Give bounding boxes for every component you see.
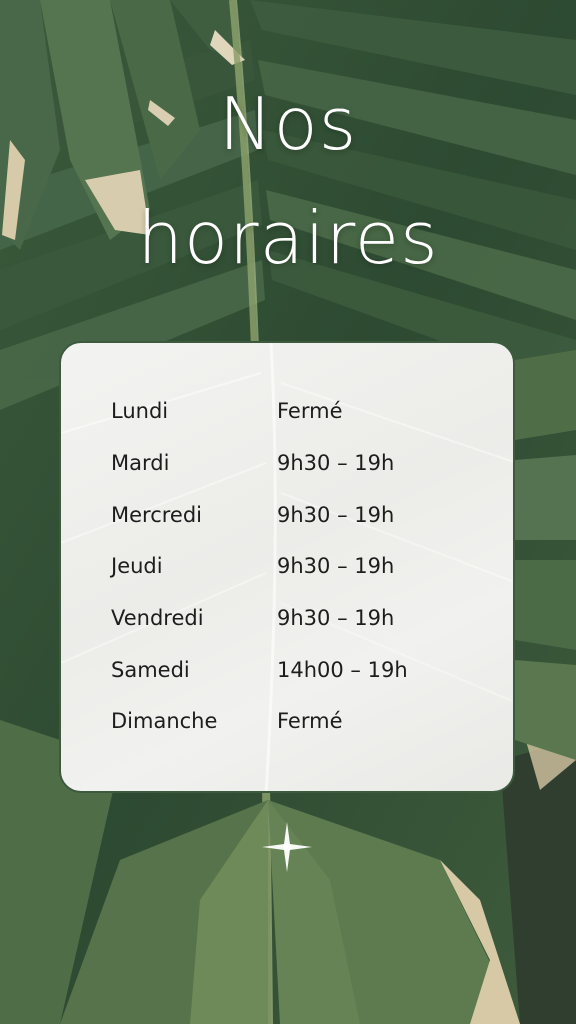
schedule-row-vendredi: Vendredi 9h30 – 19h	[61, 606, 513, 636]
hours-value: Fermé	[277, 709, 343, 733]
day-label: Mardi	[111, 451, 170, 475]
schedule-row-mardi: Mardi 9h30 – 19h	[61, 451, 513, 481]
day-label: Lundi	[111, 399, 169, 423]
page-title-line-2: horaires	[137, 196, 439, 280]
day-label: Vendredi	[111, 606, 204, 630]
schedule-row-samedi: Samedi 14h00 – 19h	[61, 658, 513, 688]
day-label: Mercredi	[111, 503, 203, 527]
day-label: Dimanche	[111, 709, 218, 733]
day-label: Samedi	[111, 658, 190, 682]
schedule-row-mercredi: Mercredi 9h30 – 19h	[61, 503, 513, 533]
page-title-line-1: Nos	[218, 82, 358, 166]
sparkle-icon	[262, 822, 312, 872]
schedule-row-lundi: Lundi Fermé	[61, 399, 513, 429]
hours-value: 14h00 – 19h	[277, 658, 408, 682]
hours-value: 9h30 – 19h	[277, 554, 395, 578]
opening-hours-card: Lundi Fermé Mardi 9h30 – 19h Mercredi 9h…	[59, 341, 515, 793]
schedule-row-jeudi: Jeudi 9h30 – 19h	[61, 554, 513, 584]
hours-value: 9h30 – 19h	[277, 451, 395, 475]
hours-value: 9h30 – 19h	[277, 503, 395, 527]
schedule-row-dimanche: Dimanche Fermé	[61, 709, 513, 739]
hours-value: Fermé	[277, 399, 343, 423]
day-label: Jeudi	[111, 554, 163, 578]
hours-value: 9h30 – 19h	[277, 606, 395, 630]
